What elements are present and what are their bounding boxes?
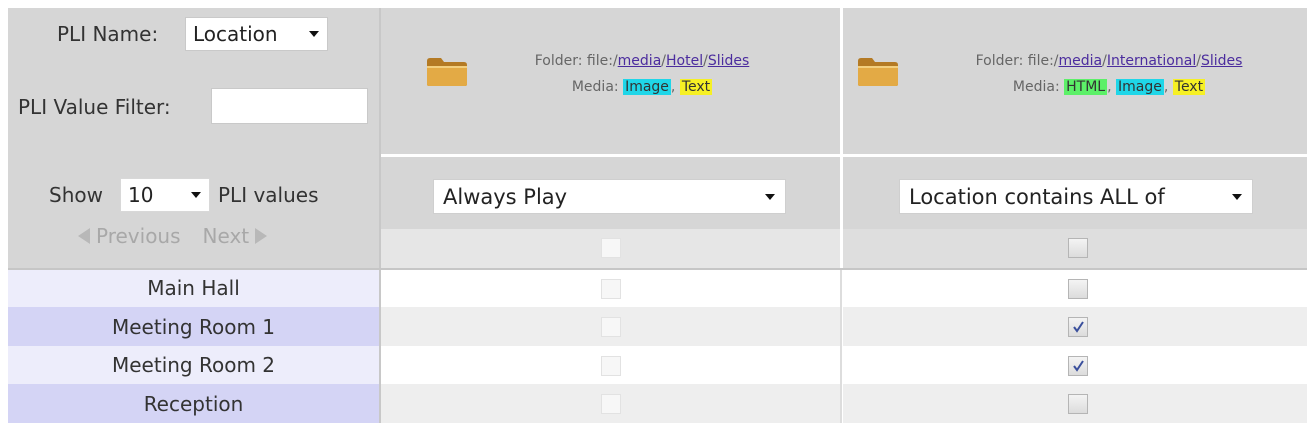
column-1-row-checkbox xyxy=(601,279,621,299)
column-1-folder-path: Folder: file:/media/Hotel/Slides xyxy=(534,53,750,69)
previous-link[interactable]: Previous xyxy=(96,224,181,248)
header-divider xyxy=(381,154,1307,157)
column-2-rule-value: Location contains ALL of xyxy=(909,184,1165,209)
path-link-media[interactable]: media xyxy=(1059,53,1103,69)
chevron-down-icon xyxy=(309,31,319,37)
column-1-row-checkbox xyxy=(601,394,621,414)
column-2-row-checkbox[interactable] xyxy=(1068,317,1088,337)
column-2-row-checkbox[interactable] xyxy=(1068,279,1088,299)
table-row-label: Reception xyxy=(143,391,244,416)
row-cell-bg xyxy=(381,384,1307,423)
previous-arrow-icon[interactable] xyxy=(78,228,90,244)
path-link-hotel[interactable]: Hotel xyxy=(666,53,703,69)
folder-icon xyxy=(427,58,467,86)
pli-values-label: PLI values xyxy=(218,183,319,207)
media-tag-html: HTML xyxy=(1064,79,1108,95)
pli-name-select[interactable]: Location xyxy=(185,17,328,51)
column-separator xyxy=(840,269,842,423)
column-separator xyxy=(379,8,381,423)
folder-icon xyxy=(858,58,898,86)
chevron-down-icon xyxy=(191,192,201,198)
path-link-slides[interactable]: Slides xyxy=(708,53,749,69)
media-tag-text: Text xyxy=(679,79,713,95)
next-arrow-icon[interactable] xyxy=(255,228,268,244)
table-row-label: Meeting Room 1 xyxy=(111,314,276,339)
media-label: Media: xyxy=(571,79,619,95)
path-link-international[interactable]: International xyxy=(1107,53,1196,69)
path-link-media[interactable]: media xyxy=(618,53,662,69)
pli-name-label: PLI Name: xyxy=(57,22,159,46)
column-2-folder-path: Folder: file:/media/International/Slides xyxy=(975,53,1243,69)
checkmark-icon xyxy=(1073,321,1084,333)
column-1-row-checkbox xyxy=(601,356,621,376)
show-label: Show xyxy=(49,183,103,207)
next-link[interactable]: Next xyxy=(203,224,250,248)
column-2-media-line: Media: HTML, Image, Text xyxy=(1012,79,1206,95)
pli-name-value: Location xyxy=(193,22,278,46)
column-1-rule-select[interactable]: Always Play xyxy=(433,179,786,214)
column-1-select-all-checkbox xyxy=(601,238,621,258)
column-2-row-checkbox[interactable] xyxy=(1068,356,1088,376)
media-tag-image: Image xyxy=(1116,79,1164,95)
pli-value-filter-input[interactable] xyxy=(211,88,368,124)
pagination: Previous Next xyxy=(78,224,268,248)
folder-prefix: Folder: file:/ xyxy=(534,53,618,69)
table-row-label: Meeting Room 2 xyxy=(111,353,276,377)
media-tag-text: Text xyxy=(1172,79,1206,95)
column-1-rule-value: Always Play xyxy=(443,184,568,209)
pli-value-filter-label: PLI Value Filter: xyxy=(18,95,171,119)
folder-prefix: Folder: file:/ xyxy=(975,53,1059,69)
checkmark-icon xyxy=(1073,360,1084,372)
column-2-rule-select[interactable]: Location contains ALL of xyxy=(899,179,1253,214)
row-cell-bg xyxy=(381,307,1307,346)
table-row-label: Main Hall xyxy=(147,276,240,300)
column-1-folder-info: Folder: file:/media/Hotel/Slides Media: … xyxy=(486,48,798,100)
chevron-down-icon xyxy=(1232,193,1242,200)
column-2-select-all-checkbox[interactable] xyxy=(1068,238,1088,258)
column-1-row-checkbox xyxy=(601,317,621,337)
media-label: Media: xyxy=(1012,79,1060,95)
column-2-folder-info: Folder: file:/media/International/Slides… xyxy=(914,48,1304,100)
show-count-select[interactable]: 10 xyxy=(120,178,210,212)
chevron-down-icon xyxy=(765,193,775,200)
path-link-slides[interactable]: Slides xyxy=(1201,53,1242,69)
show-count-value: 10 xyxy=(128,183,154,207)
media-tag-image: Image xyxy=(623,79,671,95)
column-2-row-checkbox[interactable] xyxy=(1068,394,1088,414)
column-1-media-line: Media: Image, Text xyxy=(571,79,713,95)
